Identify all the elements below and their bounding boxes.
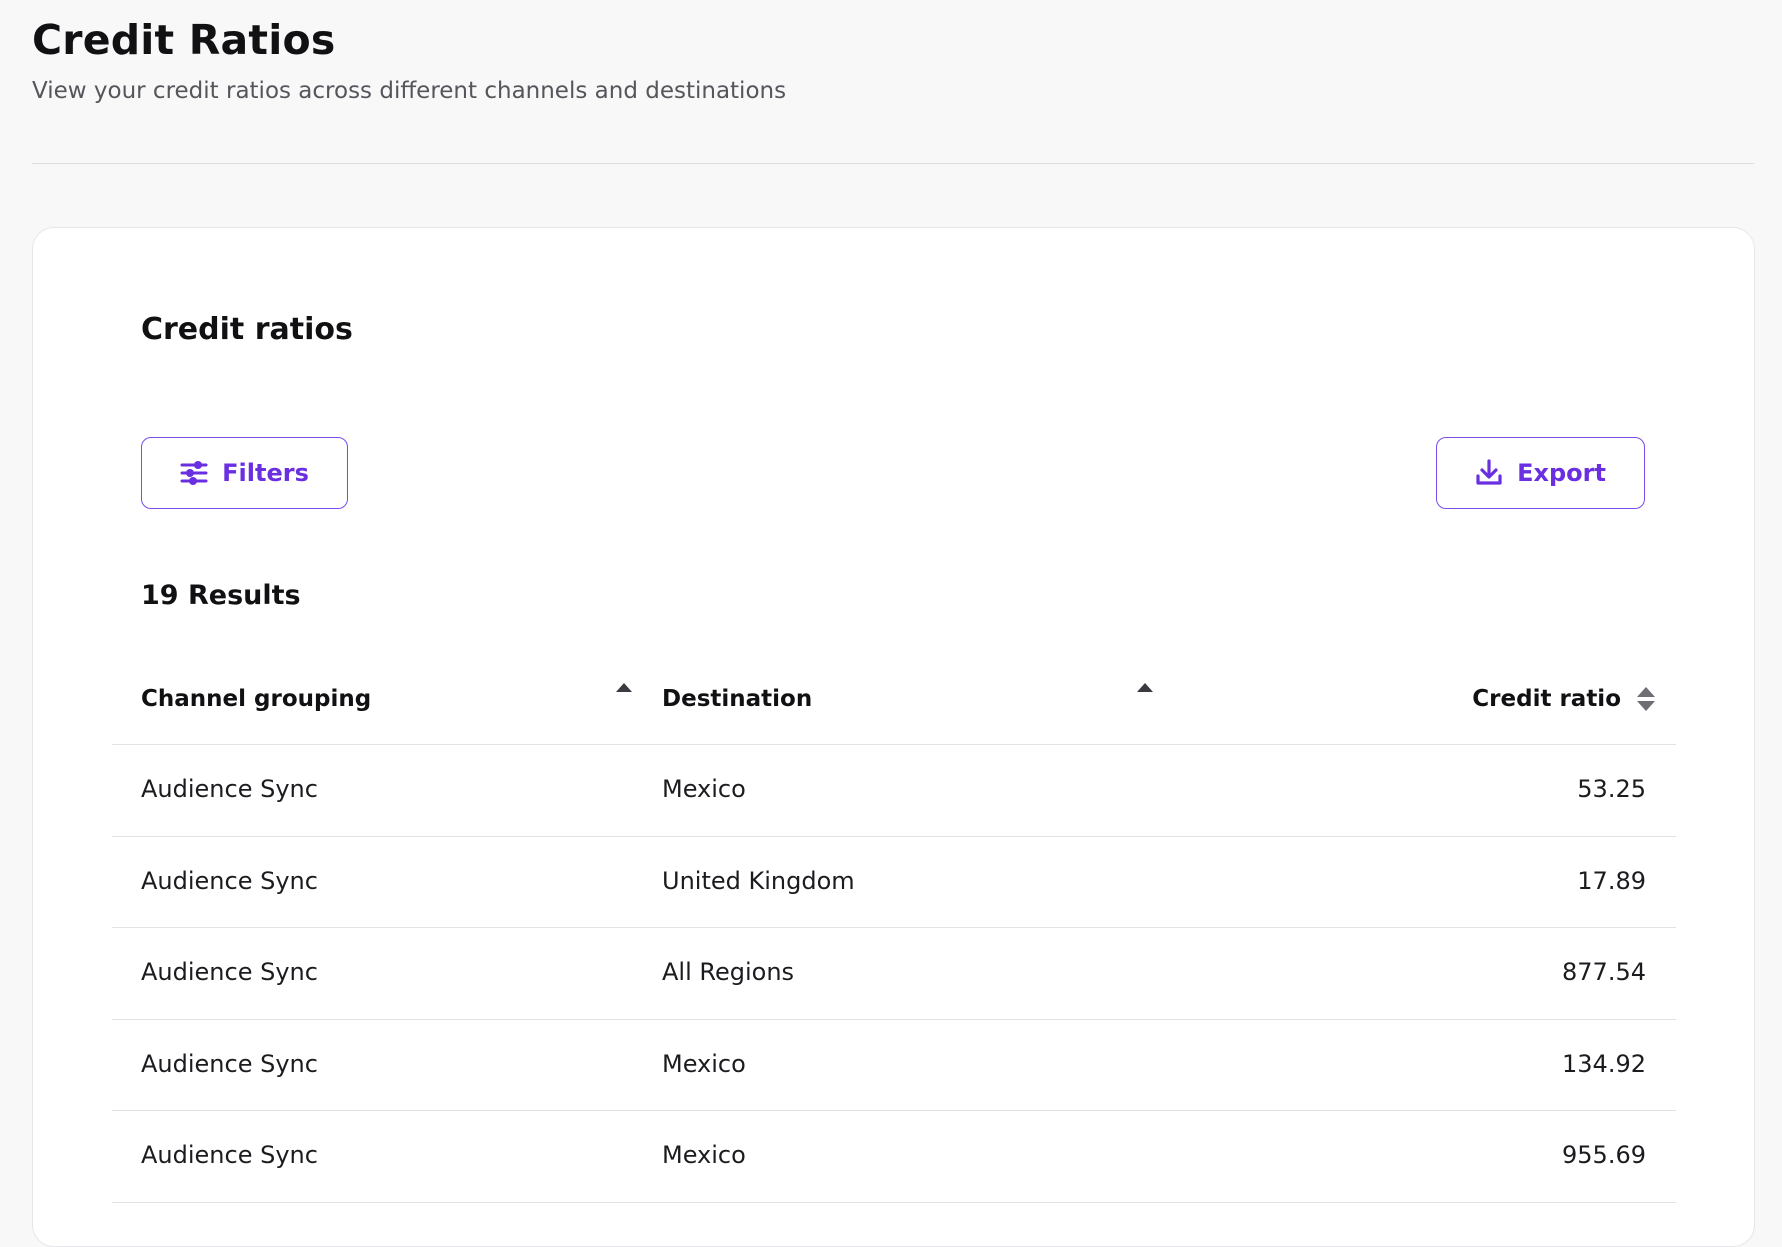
export-label: Export bbox=[1517, 459, 1606, 487]
cell-credit-ratio: 134.92 bbox=[1562, 1049, 1646, 1078]
cell-destination: United Kingdom bbox=[662, 866, 855, 895]
table-row[interactable]: Audience Sync Mexico 955.69 bbox=[112, 1111, 1676, 1203]
table-row[interactable]: Audience Sync All Regions 877.54 bbox=[112, 928, 1676, 1020]
sort-ascending-icon[interactable] bbox=[614, 680, 634, 699]
cell-channel-grouping: Audience Sync bbox=[141, 1049, 318, 1078]
sort-ascending-icon[interactable] bbox=[1135, 680, 1155, 699]
results-count: 19 Results bbox=[141, 580, 301, 611]
column-header-credit-ratio[interactable]: Credit ratio bbox=[1472, 684, 1621, 714]
page-title: Credit Ratios bbox=[32, 16, 336, 64]
cell-destination: Mexico bbox=[662, 1141, 746, 1169]
cell-destination: All Regions bbox=[662, 958, 795, 986]
credit-ratios-table: Channel grouping Destination Credit rati… bbox=[112, 664, 1676, 1203]
filters-label: Filters bbox=[222, 459, 309, 487]
cell-destination: Mexico bbox=[662, 775, 746, 803]
page-header: Credit Ratios View your credit ratios ac… bbox=[32, 14, 1754, 106]
column-header-channel-grouping[interactable]: Channel grouping bbox=[141, 684, 371, 714]
table-row[interactable]: Audience Sync Mexico 53.25 bbox=[112, 745, 1676, 837]
cell-channel-grouping: Audience Sync bbox=[141, 1141, 318, 1169]
cell-channel-grouping: Audience Sync bbox=[141, 866, 318, 895]
cell-credit-ratio: 17.89 bbox=[1577, 866, 1646, 895]
column-header-destination[interactable]: Destination bbox=[662, 684, 812, 714]
cell-destination: Mexico bbox=[662, 1049, 746, 1078]
sliders-icon bbox=[180, 459, 208, 487]
cell-channel-grouping: Audience Sync bbox=[141, 775, 318, 803]
card-title: Credit ratios bbox=[141, 312, 353, 347]
page-subtitle: View your credit ratios across different… bbox=[32, 78, 787, 104]
header-divider bbox=[32, 163, 1754, 164]
filters-button[interactable]: Filters bbox=[141, 437, 348, 509]
table-row[interactable]: Audience Sync Mexico 134.92 bbox=[112, 1020, 1676, 1111]
cell-credit-ratio: 53.25 bbox=[1577, 775, 1646, 803]
download-icon bbox=[1475, 459, 1503, 487]
cell-credit-ratio: 955.69 bbox=[1562, 1141, 1646, 1169]
table-row[interactable]: Audience Sync United Kingdom 17.89 bbox=[112, 837, 1676, 928]
credit-ratios-card: Credit ratios Filters Export 19 Results bbox=[32, 227, 1755, 1247]
table-header: Channel grouping Destination Credit rati… bbox=[112, 664, 1676, 745]
cell-credit-ratio: 877.54 bbox=[1562, 958, 1646, 986]
cell-channel-grouping: Audience Sync bbox=[141, 958, 318, 986]
sort-icon[interactable] bbox=[1636, 686, 1656, 716]
export-button[interactable]: Export bbox=[1436, 437, 1645, 509]
